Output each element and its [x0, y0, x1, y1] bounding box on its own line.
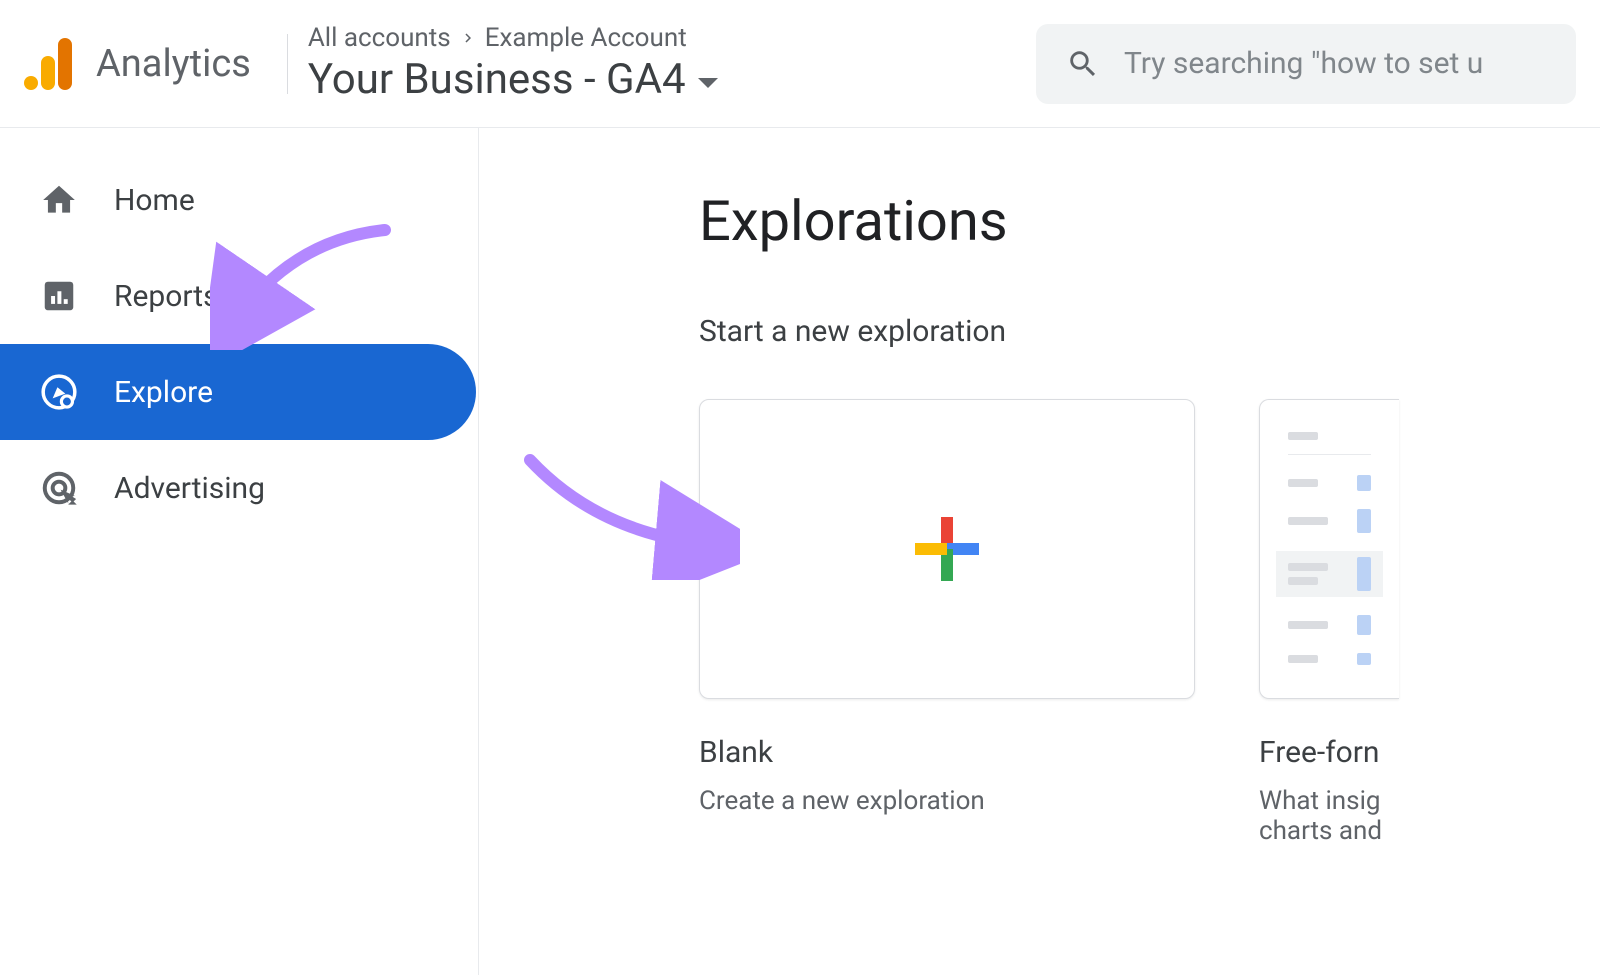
reports-icon [40, 277, 78, 315]
sidebar-item-reports[interactable]: Reports [0, 248, 476, 344]
page-title: Explorations [699, 188, 1600, 254]
breadcrumb-accounts: All accounts [308, 23, 451, 53]
breadcrumb-account: Example Account [485, 23, 687, 53]
plus-icon [915, 517, 979, 581]
sidebar-item-label: Reports [114, 279, 219, 314]
card-desc-line2: charts and [1259, 816, 1399, 846]
account-selector[interactable]: All accounts Example Account Your Busine… [308, 23, 718, 104]
template-card-blank[interactable]: Blank Create a new exploration [699, 399, 1195, 846]
sidebar-item-label: Explore [114, 375, 213, 410]
search-icon [1066, 47, 1100, 81]
template-card-freeform[interactable]: Free-forn What insig charts and [1259, 399, 1399, 846]
card-title: Free-forn [1259, 735, 1399, 770]
app-header: Analytics All accounts Example Account Y… [0, 0, 1600, 128]
analytics-logo-icon [24, 38, 72, 90]
advertising-icon [40, 469, 78, 507]
search-box[interactable] [1036, 24, 1576, 104]
property-selector[interactable]: Your Business - GA4 [308, 55, 718, 104]
chevron-right-icon [459, 29, 477, 47]
template-cards-row: Blank Create a new exploration Free-forn… [699, 399, 1600, 846]
card-desc: Create a new exploration [699, 786, 1195, 816]
sidebar-item-explore[interactable]: Explore [0, 344, 476, 440]
card-desc: What insig [1259, 786, 1399, 816]
property-name-label: Your Business - GA4 [308, 55, 686, 104]
card-preview [1259, 399, 1399, 699]
card-title: Blank [699, 735, 1195, 770]
breadcrumb: All accounts Example Account [308, 23, 718, 53]
main-layout: Home Reports Explore Advertising Explora… [0, 128, 1600, 975]
sidebar-item-label: Home [114, 183, 195, 218]
sidebar-item-advertising[interactable]: Advertising [0, 440, 476, 536]
header-divider [287, 34, 288, 94]
explore-icon [40, 373, 78, 411]
main-content: Explorations Start a new exploration Bla… [478, 128, 1600, 975]
dropdown-arrow-icon [698, 78, 718, 88]
product-name: Analytics [96, 42, 251, 86]
logo-section: Analytics [24, 38, 287, 90]
card-preview [699, 399, 1195, 699]
sidebar-nav: Home Reports Explore Advertising [0, 128, 478, 975]
sidebar-item-label: Advertising [114, 471, 265, 506]
search-input[interactable] [1124, 46, 1546, 81]
home-icon [40, 181, 78, 219]
sidebar-item-home[interactable]: Home [0, 152, 476, 248]
section-subtitle: Start a new exploration [699, 314, 1600, 349]
